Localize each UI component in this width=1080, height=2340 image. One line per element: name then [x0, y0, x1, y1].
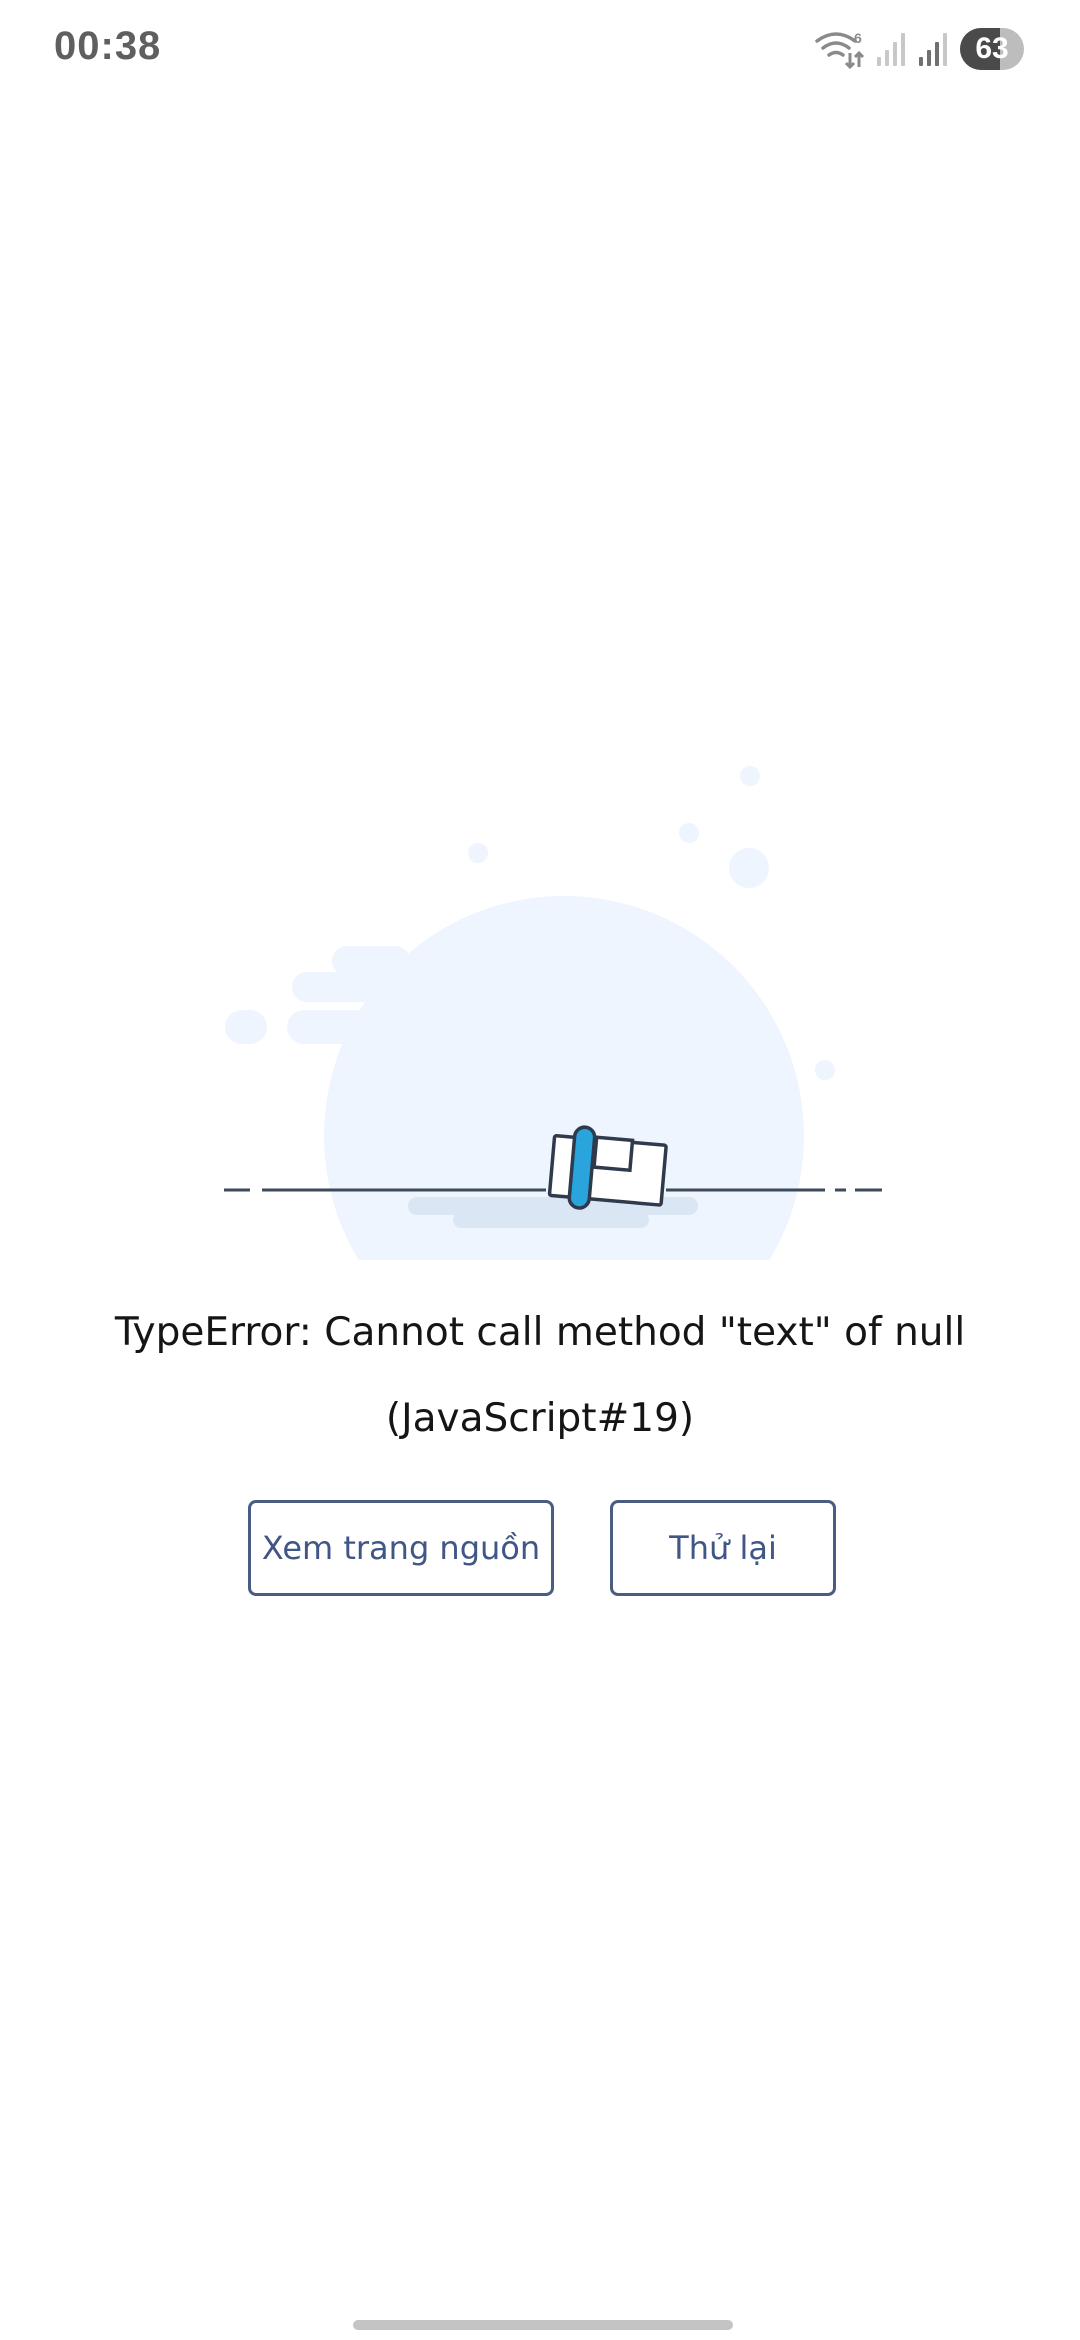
cloud-shape [287, 1010, 389, 1044]
status-bar: 00:38 6 63 [0, 0, 1080, 100]
wifi-icon: 6 [814, 29, 866, 69]
bubble-shape [729, 848, 769, 888]
bubble-shape [679, 823, 699, 843]
wifi-badge: 6 [854, 30, 862, 46]
error-illustration [200, 740, 900, 1376]
error-message: TypeError: Cannot call method "text" of … [60, 1290, 1020, 1462]
cloud-shape [292, 972, 412, 1002]
puddle-shape [453, 1212, 649, 1228]
view-source-button[interactable]: Xem trang nguồn [248, 1500, 554, 1596]
home-indicator[interactable] [353, 2320, 733, 2330]
status-icons: 6 63 [814, 26, 1024, 72]
cloud-shape [225, 1010, 267, 1044]
bubble-shape [740, 766, 760, 786]
battery-level: 63 [975, 32, 1009, 65]
error-text-line2: (JavaScript#19) [385, 1396, 695, 1441]
signal-sim1-icon [876, 31, 908, 67]
status-time: 00:38 [54, 24, 162, 68]
error-actions: Xem trang nguồn Thử lại [0, 1500, 1080, 1600]
signal-sim2-icon [918, 31, 950, 67]
battery-icon: 63 [960, 28, 1024, 70]
bubble-shape [815, 1060, 835, 1080]
bubble-shape [468, 843, 488, 863]
retry-button[interactable]: Thử lại [610, 1500, 836, 1596]
screen: 00:38 6 63 TypeError: Cannot call method… [0, 0, 1080, 2340]
error-text-line1: TypeError: Cannot call method "text" of … [114, 1310, 966, 1355]
cloud-shape [332, 946, 410, 976]
